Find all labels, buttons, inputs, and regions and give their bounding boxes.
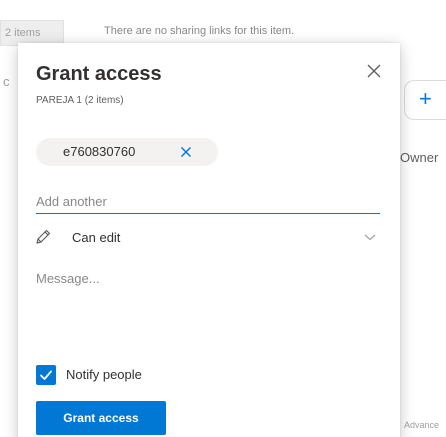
close-icon: [179, 145, 193, 159]
grant-access-button[interactable]: Grant access: [36, 401, 166, 435]
dialog-subtitle: PAREJA 1 (2 items): [36, 95, 124, 106]
advanced-link[interactable]: Advance: [404, 420, 439, 430]
permission-dropdown[interactable]: Can edit: [30, 223, 382, 251]
add-people-tab[interactable]: +: [404, 80, 446, 120]
share-page: 2 items There are no sharing links for t…: [0, 0, 446, 437]
add-another-input[interactable]: [36, 190, 380, 214]
chevron-down-icon: [364, 232, 376, 242]
remove-recipient-button[interactable]: [179, 145, 193, 159]
recipient-chip-label: e760830760: [63, 144, 136, 159]
items-tab-label: 2 items: [5, 27, 41, 39]
permission-selected-label: Can edit: [72, 230, 121, 245]
background-truncated-text: c: [3, 74, 10, 89]
notify-people-label: Notify people: [66, 367, 142, 382]
dialog-title: Grant access: [36, 63, 162, 85]
grant-access-dialog: Grant access PAREJA 1 (2 items) e7608307…: [18, 43, 400, 437]
checkmark-icon: [36, 365, 56, 385]
notify-people-checkbox[interactable]: [36, 365, 56, 385]
plus-icon: +: [419, 86, 432, 111]
close-icon: [364, 61, 384, 81]
sharing-links-notice: There are no sharing links for this item…: [104, 25, 295, 37]
recipient-chip[interactable]: e760830760: [36, 138, 218, 166]
message-field[interactable]: [36, 271, 380, 361]
close-button[interactable]: [364, 61, 384, 81]
pencil-icon: [34, 228, 52, 246]
owner-label: Owner: [400, 150, 439, 165]
